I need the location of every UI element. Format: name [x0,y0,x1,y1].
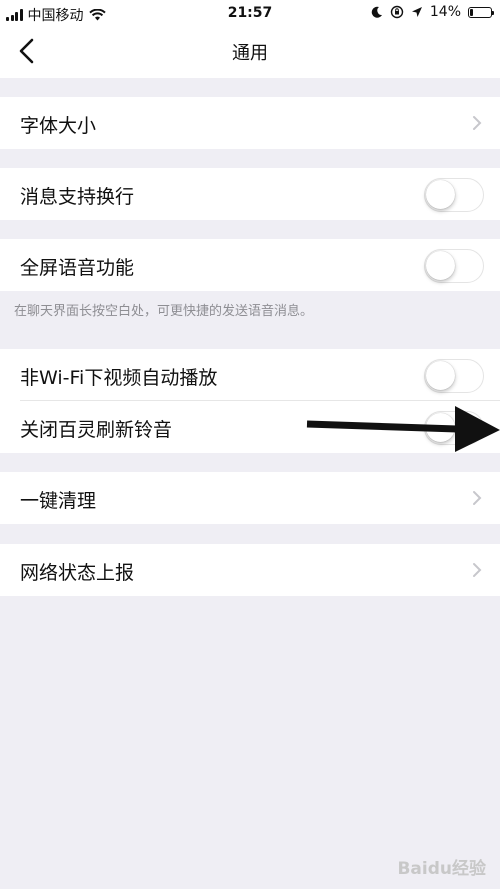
row-label-one-click-clean: 一键清理 [20,490,97,512]
battery-percent: 14% [429,4,461,20]
annotation-arrow-icon [306,406,500,452]
status-bar: 中国移动 21:57 14% [0,0,500,26]
row-label-font-size: 字体大小 [20,115,97,137]
chevron-right-icon [473,116,482,130]
row-one-click-clean[interactable]: 一键清理 [0,472,500,524]
rotation-lock-icon [390,5,404,19]
row-autoplay-video: 非Wi-Fi下视频自动播放 [0,349,500,401]
row-label-autoplay-video: 非Wi-Fi下视频自动播放 [20,367,218,389]
nav-bar: 通用 [0,26,500,78]
autoplay-video-toggle[interactable] [424,359,484,393]
toggle-knob [426,251,455,280]
battery-icon [468,6,494,18]
row-label-network-report: 网络状态上报 [20,562,135,584]
message-wrap-toggle[interactable] [424,178,484,212]
row-message-wrap: 消息支持换行 [0,168,500,220]
row-label-fullscreen-voice: 全屏语音功能 [20,257,135,279]
watermark: Baidu经验 [397,859,486,879]
toggle-knob [426,180,455,209]
row-font-size[interactable]: 字体大小 [0,97,500,149]
fullscreen-voice-toggle[interactable] [424,249,484,283]
row-network-report[interactable]: 网络状态上报 [0,544,500,596]
chevron-right-icon [473,563,482,577]
toggle-knob [426,361,455,390]
status-right: 14% [371,4,494,20]
row-fullscreen-voice: 全屏语音功能 [0,239,500,291]
row-label-message-wrap: 消息支持换行 [20,186,135,208]
battery-fill [470,8,473,16]
moon-icon [371,6,382,18]
row-label-refresh-ringtone: 关闭百灵刷新铃音 [20,419,173,441]
chevron-right-icon [473,491,482,505]
page-title: 通用 [232,43,268,64]
fullscreen-voice-hint: 在聊天界面长按空白处，可更快捷的发送语音消息。 [14,304,314,319]
location-icon [411,7,422,17]
